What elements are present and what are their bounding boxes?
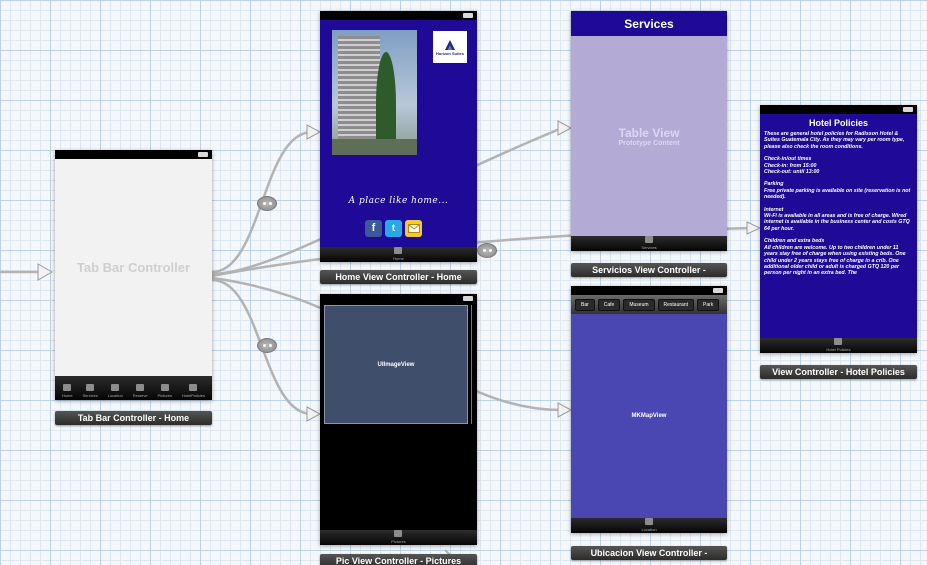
status-bar — [320, 294, 477, 303]
ground-shape — [332, 139, 417, 155]
tab-bar: Home Services Location Reserve Pictures … — [55, 376, 212, 400]
tab-bar-controller-label[interactable]: Tab Bar Controller - Home — [55, 411, 212, 425]
tab-pictures[interactable]: Pictures — [158, 384, 172, 398]
tab-reserve-icon — [136, 384, 145, 391]
tab-hotel-policies[interactable]: HotelPolicies — [182, 384, 205, 398]
twitter-icon: t — [391, 223, 396, 234]
policies-tab-icon — [834, 338, 843, 345]
policies-title: Hotel Policies — [808, 118, 869, 128]
segue-arrow-policies — [746, 221, 762, 235]
tower-shape — [338, 36, 380, 154]
segue-arrow-entry — [37, 263, 54, 281]
pic-view-controller-label[interactable]: Pic View Controller - Pictures — [320, 554, 477, 565]
twitter-button[interactable]: t — [385, 220, 402, 237]
battery-icon — [903, 107, 913, 112]
tab-pictures-icon — [160, 384, 169, 391]
segment-restaurant[interactable]: Restaurant — [657, 298, 694, 311]
email-button[interactable] — [405, 220, 422, 237]
services-tab-item[interactable]: Services — [641, 236, 657, 250]
segue-arrow-home — [306, 124, 322, 140]
pic-view-controller-scene[interactable]: UIImageView Pictures — [320, 294, 477, 545]
services-tab-bar: Services — [571, 236, 727, 251]
image-view: UIImageView — [324, 305, 468, 424]
tab-home-icon — [63, 384, 72, 391]
map-view-label: MKMapView — [631, 413, 667, 419]
battery-icon — [463, 296, 473, 301]
table-view-subtitle: Prototype Content — [618, 139, 680, 147]
tab-hotel-policies-icon — [189, 384, 198, 391]
policies-paragraph: Parking Free private parking is availabl… — [764, 181, 911, 201]
segue-arrow-location — [557, 402, 573, 418]
services-view-controller-scene[interactable]: Services Table View Prototype Content Se… — [571, 11, 727, 251]
policies-tab-item[interactable]: Hotel Policies — [826, 338, 851, 352]
tab-bar-controller-body: Tab Bar Controller — [55, 159, 212, 376]
tab-home[interactable]: Home — [62, 384, 73, 398]
segment-cafe[interactable]: Cafe — [597, 298, 621, 311]
pictures-tab-icon — [394, 530, 403, 537]
hotel-logo-icon — [445, 39, 455, 50]
pictures-tab-item[interactable]: Pictures — [391, 530, 406, 544]
segue-arrow-services — [557, 120, 573, 136]
facebook-button[interactable]: f — [365, 220, 382, 237]
relationship-badge-pictures[interactable] — [257, 338, 277, 353]
home-tab-icon — [394, 247, 403, 254]
tab-services[interactable]: Services — [83, 384, 98, 398]
policies-paragraph: Children and extra beds All children are… — [764, 238, 906, 277]
home-view-body: Horizon Suites A place like home... f t — [320, 20, 477, 247]
home-view-controller-scene[interactable]: Horizon Suites A place like home... f t … — [320, 11, 477, 262]
location-view-controller-label[interactable]: Ubicacion View Controller - — [571, 546, 727, 560]
tab-location[interactable]: Location — [108, 384, 123, 398]
hotel-building-image — [332, 30, 417, 155]
policies-paragraph: Check-in/out times Check-in: from 15:00 … — [764, 156, 820, 176]
hotel-logo: Horizon Suites — [433, 31, 467, 63]
policies-paragraph: These are general hotel policies for Rad… — [764, 131, 905, 150]
segment-park[interactable]: Park — [697, 298, 720, 311]
tab-location-icon — [111, 384, 120, 391]
segment-bar[interactable]: Bar — [575, 298, 595, 311]
segment-museum[interactable]: Museum — [623, 298, 655, 311]
policies-tab-bar: Hotel Policies — [760, 338, 917, 353]
home-tab-bar: Home — [320, 247, 477, 262]
location-tab-bar: Location — [571, 518, 727, 533]
map-view[interactable]: MKMapView — [571, 314, 727, 518]
image-view-right-guide — [471, 305, 472, 424]
location-view-controller-scene[interactable]: Bar Cafe Museum Restaurant Park MKMapVie… — [571, 286, 727, 533]
image-view-label: UIImageView — [377, 361, 415, 368]
status-bar — [760, 105, 917, 114]
pictures-tab-bar: Pictures — [320, 530, 477, 545]
hotel-logo-text: Horizon Suites — [435, 50, 464, 56]
status-bar — [55, 150, 212, 159]
services-nav-bar: Services — [571, 11, 727, 36]
policies-paragraph: Internet Wi-Fi is available in all areas… — [764, 206, 910, 232]
location-tab-icon — [645, 518, 653, 525]
hotel-policies-view-controller-scene[interactable]: Hotel Policies These are general hotel p… — [760, 105, 917, 353]
services-table-view: Table View Prototype Content — [571, 36, 727, 236]
hotel-policies-view-controller-label[interactable]: View Controller - Hotel Policies — [760, 365, 917, 379]
category-toolbar: Bar Cafe Museum Restaurant Park — [571, 295, 727, 314]
policies-text-view: Hotel Policies These are general hotel p… — [760, 114, 917, 338]
services-nav-title: Services — [624, 16, 674, 31]
segue-arrow-pictures — [306, 406, 322, 422]
services-view-controller-label[interactable]: Servicios View Controller - — [571, 263, 727, 277]
relationship-badge-home[interactable] — [257, 196, 277, 211]
home-tab-item[interactable]: Home — [393, 247, 404, 261]
services-tab-icon — [645, 236, 653, 243]
tab-bar-controller-scene[interactable]: Tab Bar Controller Home Services Locatio… — [55, 150, 212, 400]
tab-services-icon — [86, 384, 95, 391]
battery-icon — [713, 288, 723, 293]
home-tagline: A place like home... — [348, 196, 449, 206]
home-view-controller-label[interactable]: Home View Controller - Home — [320, 270, 477, 284]
table-view-title: Table View — [618, 125, 680, 140]
battery-icon — [198, 152, 208, 157]
location-tab-item[interactable]: Location — [641, 518, 657, 532]
relationship-badge-services[interactable] — [477, 243, 497, 258]
tab-bar-controller-title: Tab Bar Controller — [76, 260, 191, 275]
status-bar — [571, 286, 727, 295]
battery-icon — [463, 13, 473, 18]
social-buttons: f t — [365, 220, 422, 237]
status-bar — [320, 11, 477, 20]
tab-reserve[interactable]: Reserve — [133, 384, 148, 398]
envelope-icon — [407, 224, 420, 233]
facebook-icon: f — [371, 222, 376, 234]
